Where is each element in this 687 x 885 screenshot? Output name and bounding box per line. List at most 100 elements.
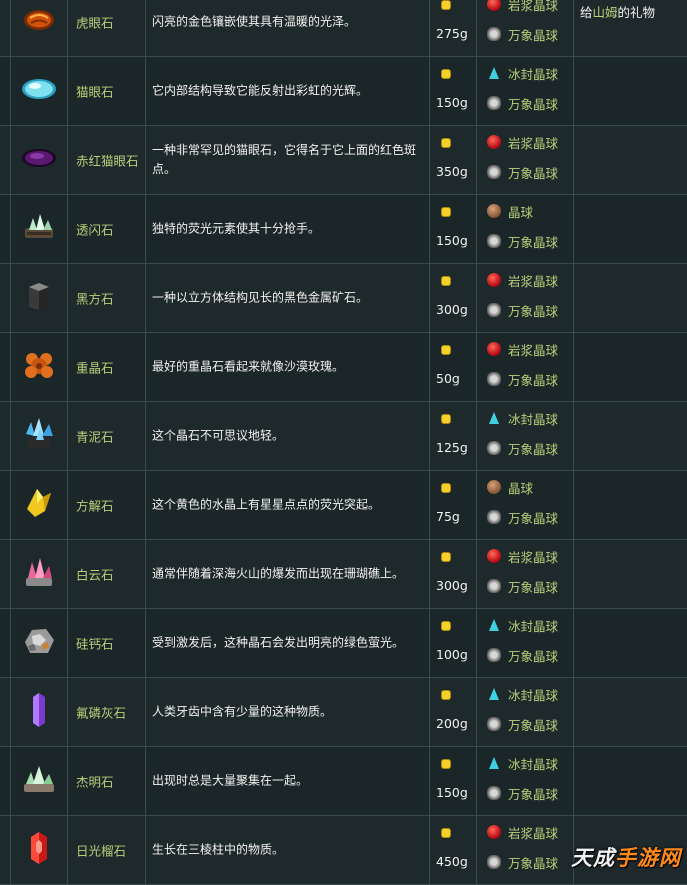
source-item[interactable]: 岩浆晶球 bbox=[487, 270, 558, 290]
cell-icon bbox=[10, 747, 67, 815]
cell-price: 50g bbox=[429, 333, 476, 401]
gold-coin-icon bbox=[442, 553, 450, 561]
source-item[interactable]: 晶球 bbox=[487, 477, 533, 497]
magma-geode-icon bbox=[487, 825, 501, 839]
source-label[interactable]: 万象晶球 bbox=[508, 508, 558, 527]
source-item[interactable]: 万象晶球 bbox=[487, 507, 558, 527]
source-label[interactable]: 岩浆晶球 bbox=[508, 0, 558, 14]
cell-icon bbox=[10, 57, 67, 125]
source-item[interactable]: 冰封晶球 bbox=[487, 408, 558, 428]
mineral-name-link[interactable]: 重晶石 bbox=[76, 358, 114, 377]
source-item[interactable]: 万象晶球 bbox=[487, 231, 558, 251]
cell-price: 125g bbox=[429, 402, 476, 470]
omni-geode-icon bbox=[487, 786, 501, 800]
mineral-name-link[interactable]: 方解石 bbox=[76, 496, 114, 515]
cell-name: 黑方石 bbox=[67, 264, 145, 332]
source-item[interactable]: 万象晶球 bbox=[487, 300, 558, 320]
source-item[interactable]: 万象晶球 bbox=[487, 852, 558, 872]
mineral-name-link[interactable]: 硅钙石 bbox=[76, 634, 114, 653]
mineral-name-link[interactable]: 赤红猫眼石 bbox=[76, 151, 139, 170]
source-item[interactable]: 晶球 bbox=[487, 201, 533, 221]
source-item[interactable]: 万象晶球 bbox=[487, 714, 558, 734]
source-label[interactable]: 冰封晶球 bbox=[508, 616, 558, 635]
mineral-name-link[interactable]: 日光榴石 bbox=[76, 841, 126, 860]
geode-icon bbox=[487, 480, 501, 494]
source-label[interactable]: 万象晶球 bbox=[508, 853, 558, 872]
sell-price: 350g bbox=[436, 164, 468, 179]
cell-source: 晶球 万象晶球 bbox=[476, 471, 573, 539]
source-label[interactable]: 万象晶球 bbox=[508, 370, 558, 389]
cell-description: 闪亮的金色镶嵌使其具有温暖的光泽。 bbox=[145, 0, 429, 56]
source-item[interactable]: 万象晶球 bbox=[487, 24, 558, 44]
source-item[interactable]: 岩浆晶球 bbox=[487, 132, 558, 152]
source-label[interactable]: 冰封晶球 bbox=[508, 64, 558, 83]
mineral-name-link[interactable]: 黑方石 bbox=[76, 289, 114, 308]
mineral-name-link[interactable]: 氟磷灰石 bbox=[76, 703, 126, 722]
source-label[interactable]: 万象晶球 bbox=[508, 439, 558, 458]
baryte-icon bbox=[23, 350, 55, 384]
table-row: 方解石 这个黄色的水晶上有星星点点的荧光突起。 75g 晶球 万象晶球 bbox=[0, 471, 687, 540]
source-label[interactable]: 冰封晶球 bbox=[508, 754, 558, 773]
source-label[interactable]: 岩浆晶球 bbox=[508, 271, 558, 290]
source-label[interactable]: 岩浆晶球 bbox=[508, 340, 558, 359]
cell-icon bbox=[10, 195, 67, 263]
source-label[interactable]: 万象晶球 bbox=[508, 301, 558, 320]
cell-gift bbox=[573, 333, 687, 401]
mineral-name-link[interactable]: 猫眼石 bbox=[76, 82, 114, 101]
source-item[interactable]: 万象晶球 bbox=[487, 438, 558, 458]
source-label[interactable]: 晶球 bbox=[508, 202, 533, 221]
source-item[interactable]: 冰封晶球 bbox=[487, 684, 558, 704]
source-label[interactable]: 万象晶球 bbox=[508, 25, 558, 44]
source-label[interactable]: 万象晶球 bbox=[508, 163, 558, 182]
sell-price: 125g bbox=[436, 440, 468, 455]
omni-geode-icon bbox=[487, 510, 501, 524]
source-label[interactable]: 万象晶球 bbox=[508, 94, 558, 113]
watermark-part2: 手游网 bbox=[615, 846, 681, 870]
mineral-name-link[interactable]: 青泥石 bbox=[76, 427, 114, 446]
cell-description: 最好的重晶石看起来就像沙漠玫瑰。 bbox=[145, 333, 429, 401]
grey-ore-icon bbox=[22, 626, 56, 660]
cell-price: 350g bbox=[429, 126, 476, 194]
source-label[interactable]: 岩浆晶球 bbox=[508, 133, 558, 152]
source-label[interactable]: 万象晶球 bbox=[508, 715, 558, 734]
blue-crystal-icon bbox=[22, 418, 56, 454]
source-item[interactable]: 万象晶球 bbox=[487, 576, 558, 596]
source-item[interactable]: 万象晶球 bbox=[487, 93, 558, 113]
sell-price: 200g bbox=[436, 716, 468, 731]
mineral-name-link[interactable]: 杰明石 bbox=[76, 772, 114, 791]
cell-name: 青泥石 bbox=[67, 402, 145, 470]
gift-note-villager[interactable]: 山姆 bbox=[593, 5, 618, 20]
gold-coin-icon bbox=[442, 691, 450, 699]
source-item[interactable]: 万象晶球 bbox=[487, 783, 558, 803]
source-label[interactable]: 冰封晶球 bbox=[508, 409, 558, 428]
mineral-description: 受到激发后，这种晶石会发出明亮的绿色萤光。 bbox=[152, 635, 405, 650]
cell-price: 450g bbox=[429, 816, 476, 884]
cell-source: 岩浆晶球 万象晶球 bbox=[476, 816, 573, 884]
source-item[interactable]: 岩浆晶球 bbox=[487, 546, 558, 566]
mineral-name-link[interactable]: 虎眼石 bbox=[76, 13, 114, 32]
source-label[interactable]: 万象晶球 bbox=[508, 577, 558, 596]
gold-coin-icon bbox=[442, 484, 450, 492]
source-item[interactable]: 万象晶球 bbox=[487, 162, 558, 182]
fire-opal-icon bbox=[21, 147, 57, 173]
source-item[interactable]: 冰封晶球 bbox=[487, 753, 558, 773]
source-label[interactable]: 岩浆晶球 bbox=[508, 547, 558, 566]
source-label[interactable]: 岩浆晶球 bbox=[508, 823, 558, 842]
cell-gift bbox=[573, 540, 687, 608]
source-item[interactable]: 万象晶球 bbox=[487, 645, 558, 665]
cell-source: 冰封晶球 万象晶球 bbox=[476, 678, 573, 746]
source-item[interactable]: 万象晶球 bbox=[487, 369, 558, 389]
source-item[interactable]: 冰封晶球 bbox=[487, 615, 558, 635]
source-label[interactable]: 万象晶球 bbox=[508, 784, 558, 803]
source-item[interactable]: 岩浆晶球 bbox=[487, 0, 558, 14]
source-label[interactable]: 万象晶球 bbox=[508, 646, 558, 665]
source-label[interactable]: 万象晶球 bbox=[508, 232, 558, 251]
mineral-name-link[interactable]: 透闪石 bbox=[76, 220, 114, 239]
source-item[interactable]: 岩浆晶球 bbox=[487, 339, 558, 359]
source-item[interactable]: 岩浆晶球 bbox=[487, 822, 558, 842]
gold-coin-icon bbox=[442, 346, 450, 354]
source-label[interactable]: 冰封晶球 bbox=[508, 685, 558, 704]
source-label[interactable]: 晶球 bbox=[508, 478, 533, 497]
source-item[interactable]: 冰封晶球 bbox=[487, 63, 558, 83]
mineral-name-link[interactable]: 白云石 bbox=[76, 565, 114, 584]
